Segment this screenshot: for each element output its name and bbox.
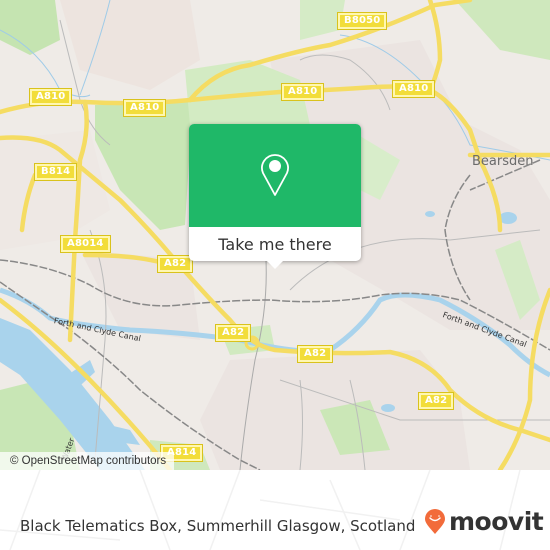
road-shield-a82: A82	[156, 255, 194, 273]
map-canvas[interactable]: A810 A810 A810 A810 B8050 B814 A8014 A82…	[0, 0, 550, 470]
road-shield-a810: A810	[391, 80, 436, 98]
place-label-bearsden: Bearsden	[472, 154, 534, 169]
lake	[425, 211, 435, 217]
location-popup[interactable]: Take me there	[189, 124, 361, 269]
road-shield-a810: A810	[280, 83, 325, 101]
road-shield-b814: B814	[33, 163, 78, 181]
road-shield-a810: A810	[28, 88, 73, 106]
moovit-logo[interactable]: moovit	[424, 507, 544, 536]
popup-header	[189, 124, 361, 227]
moovit-wordmark: moovit	[449, 507, 544, 536]
road-shield-a82: A82	[417, 392, 455, 410]
moovit-pin-icon	[425, 509, 445, 534]
road-shield-a82: A82	[296, 345, 334, 363]
map-pin-icon	[261, 154, 289, 196]
road-shield-a8014: A8014	[60, 235, 111, 253]
road-shield-b8050: B8050	[336, 12, 388, 30]
map-attribution[interactable]: © OpenStreetMap contributors	[0, 452, 175, 470]
road-shield-a810: A810	[122, 99, 167, 117]
location-name: Black Telematics Box, Summerhill Glasgow…	[20, 517, 416, 535]
lake	[381, 404, 395, 412]
footer: Black Telematics Box, Summerhill Glasgow…	[0, 470, 550, 550]
road-shield-a82: A82	[214, 324, 252, 342]
popup-pointer	[267, 261, 283, 269]
take-me-there-button[interactable]: Take me there	[189, 227, 361, 261]
